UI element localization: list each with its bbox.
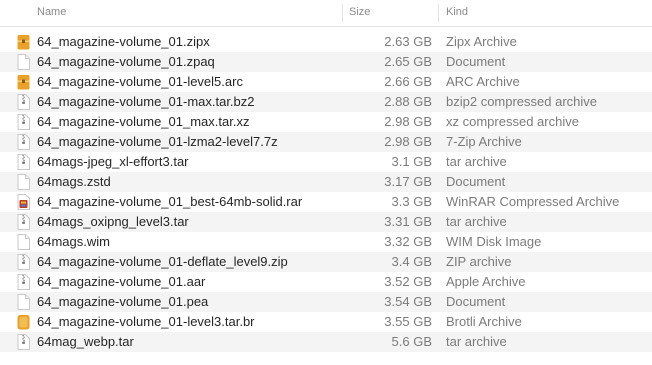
file-size: 3.32 GB — [384, 234, 432, 249]
file-name: 64_magazine-volume_01-deflate_level9.zip — [37, 254, 288, 269]
file-row[interactable]: 64mags.wim 3.32 GB WIM Disk Image — [0, 232, 652, 252]
file-size: 3.1 GB — [391, 154, 432, 169]
file-kind: Zipx Archive — [446, 34, 517, 49]
column-header-size[interactable]: Size — [349, 0, 434, 26]
file-list: Name Size Kind 64_magazine-volume_01.zip… — [0, 0, 652, 365]
file-kind: xz compressed archive — [446, 114, 579, 129]
file-name: 64_magazine-volume_01-max.tar.bz2 — [37, 94, 255, 109]
file-kind: tar archive — [446, 154, 507, 169]
file-row[interactable]: 64_magazine-volume_01-deflate_level9.zip… — [0, 252, 652, 272]
file-name: 64mags_oxipng_level3.tar — [37, 214, 189, 229]
file-size: 3.54 GB — [384, 294, 432, 309]
file-name: 64mags.wim — [37, 234, 110, 249]
file-kind: bzip2 compressed archive — [446, 94, 598, 109]
document-icon — [17, 234, 30, 250]
file-kind: 7-Zip Archive — [446, 134, 522, 149]
file-row[interactable]: 64_magazine-volume_01-level5.arc 2.66 GB A… — [0, 72, 652, 92]
file-size: 3.52 GB — [384, 274, 432, 289]
file-size: 5.6 GB — [391, 334, 432, 349]
file-row[interactable]: 64mag_webp.tar 5.6 GB tar archive — [0, 332, 652, 352]
brotli-archive-icon — [17, 314, 30, 330]
column-header-kind[interactable]: Kind — [446, 0, 646, 26]
file-size: 3.3 GB — [391, 194, 432, 209]
file-name: 64_magazine-volume_01-lzma2-level7.7z — [37, 134, 278, 149]
file-name: 64_magazine-volume_01-level5.arc — [37, 74, 243, 89]
file-name: 64_magazine-volume_01.zipx — [37, 34, 210, 49]
document-icon — [17, 294, 30, 310]
file-name: 64_magazine-volume_01_max.tar.xz — [37, 114, 250, 129]
zipx-archive-icon — [17, 34, 30, 50]
file-row[interactable]: 64_magazine-volume_01-lzma2-level7.7z 2.9… — [0, 132, 652, 152]
file-row[interactable]: 64mags_oxipng_level3.tar 3.31 GB tar archi… — [0, 212, 652, 232]
zipper-archive-icon — [17, 254, 30, 270]
file-name: 64_magazine-volume_01-level3.tar.br — [37, 314, 255, 329]
document-icon — [17, 54, 30, 70]
file-name: 64_magazine-volume_01_best-64mb-solid.ra… — [37, 194, 303, 209]
column-header-bar: Name Size Kind — [0, 0, 652, 27]
zipper-archive-icon — [17, 334, 30, 350]
zipper-archive-icon — [17, 154, 30, 170]
file-kind: Document — [446, 174, 506, 189]
file-name: 64mags.zstd — [37, 174, 111, 189]
zipper-archive-icon — [17, 274, 30, 290]
file-row[interactable]: 64_magazine-volume_01.zpaq 2.65 GB Documen… — [0, 52, 652, 72]
file-name: 64_magazine-volume_01.aar — [37, 274, 206, 289]
file-size: 2.98 GB — [384, 134, 432, 149]
winrar-archive-icon — [17, 194, 30, 210]
zipper-archive-icon — [17, 214, 30, 230]
file-kind: ARC Archive — [446, 74, 520, 89]
zipper-archive-icon — [17, 134, 30, 150]
file-row[interactable]: 64mags-jpeg_xl-effort3.tar 3.1 GB tar arch… — [0, 152, 652, 172]
file-size: 3.31 GB — [384, 214, 432, 229]
file-size: 2.98 GB — [384, 114, 432, 129]
document-icon — [17, 174, 30, 190]
file-name: 64mags-jpeg_xl-effort3.tar — [37, 154, 189, 169]
file-kind: Document — [446, 294, 506, 309]
file-row[interactable]: 64mags.zstd 3.17 GB Document — [0, 172, 652, 192]
file-kind: tar archive — [446, 334, 507, 349]
file-row[interactable]: 64_magazine-volume_01_best-64mb-solid.ra… — [0, 192, 652, 212]
file-kind: tar archive — [446, 214, 507, 229]
file-row[interactable]: 64_magazine-volume_01_max.tar.xz 2.98 GB x… — [0, 112, 652, 132]
file-rows: 64_magazine-volume_01.zipx 2.63 GB Zipx Ar… — [0, 32, 652, 352]
column-divider[interactable] — [438, 4, 439, 22]
file-size: 2.88 GB — [384, 94, 432, 109]
zipper-archive-icon — [17, 94, 30, 110]
file-size: 2.66 GB — [384, 74, 432, 89]
file-row[interactable]: 64_magazine-volume_01.pea 3.54 GB Document — [0, 292, 652, 312]
file-name: 64_magazine-volume_01.zpaq — [37, 54, 215, 69]
file-name: 64_magazine-volume_01.pea — [37, 294, 209, 309]
file-row[interactable]: 64_magazine-volume_01-level3.tar.br 3.55 … — [0, 312, 652, 332]
file-name: 64mag_webp.tar — [37, 334, 134, 349]
file-size: 3.17 GB — [384, 174, 432, 189]
file-kind: Document — [446, 54, 506, 69]
file-kind: WIM Disk Image — [446, 234, 542, 249]
arc-archive-icon — [17, 74, 30, 90]
file-size: 2.65 GB — [384, 54, 432, 69]
file-kind: Brotli Archive — [446, 314, 522, 329]
file-size: 2.63 GB — [384, 34, 432, 49]
column-header-name[interactable]: Name — [37, 0, 337, 26]
column-divider[interactable] — [342, 4, 343, 22]
file-kind: ZIP archive — [446, 254, 512, 269]
file-row[interactable]: 64_magazine-volume_01.zipx 2.63 GB Zipx Ar… — [0, 32, 652, 52]
file-size: 3.55 GB — [384, 314, 432, 329]
zipper-archive-icon — [17, 114, 30, 130]
file-kind: Apple Archive — [446, 274, 526, 289]
file-size: 3.4 GB — [391, 254, 432, 269]
file-row[interactable]: 64_magazine-volume_01-max.tar.bz2 2.88 GB… — [0, 92, 652, 112]
file-kind: WinRAR Compressed Archive — [446, 194, 620, 209]
file-row[interactable]: 64_magazine-volume_01.aar 3.52 GB Apple Ar… — [0, 272, 652, 292]
